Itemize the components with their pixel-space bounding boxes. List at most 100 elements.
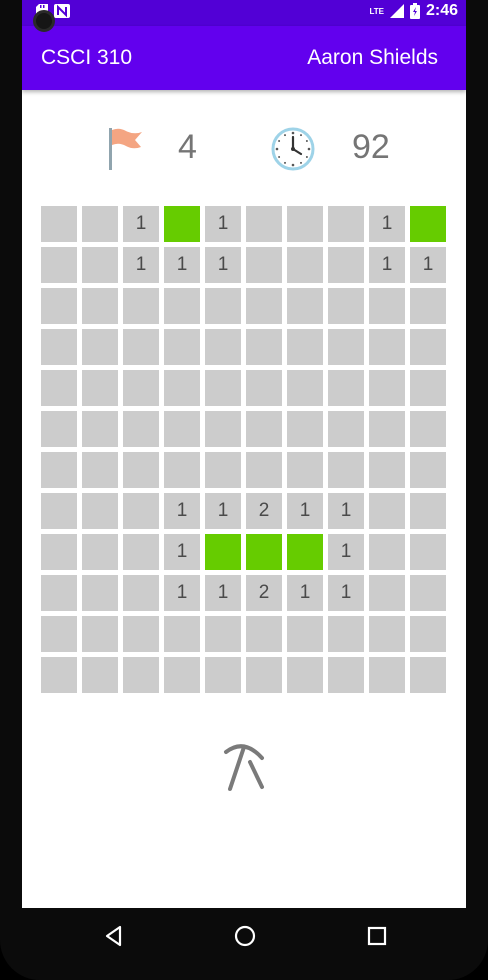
board-cell[interactable]	[369, 329, 405, 365]
board-cell[interactable]	[82, 288, 118, 324]
board-cell[interactable]	[205, 657, 241, 693]
board-cell[interactable]	[164, 370, 200, 406]
board-cell[interactable]	[246, 411, 282, 447]
board-cell[interactable]	[82, 329, 118, 365]
board-cell[interactable]	[82, 411, 118, 447]
board-cell[interactable]: 2	[246, 493, 282, 529]
board-cell[interactable]: 1	[123, 206, 159, 242]
board-cell[interactable]	[164, 329, 200, 365]
board-cell[interactable]	[123, 575, 159, 611]
board-cell[interactable]	[410, 657, 446, 693]
board-cell[interactable]	[287, 616, 323, 652]
board-cell[interactable]	[164, 411, 200, 447]
board-cell[interactable]: 1	[410, 247, 446, 283]
board-cell[interactable]	[246, 452, 282, 488]
board-cell[interactable]: 1	[164, 534, 200, 570]
board-cell[interactable]	[41, 657, 77, 693]
board-cell[interactable]	[369, 534, 405, 570]
board-cell[interactable]	[41, 411, 77, 447]
board-cell[interactable]	[246, 616, 282, 652]
board-cell[interactable]	[164, 657, 200, 693]
board-cell[interactable]	[328, 452, 364, 488]
board-cell[interactable]	[41, 616, 77, 652]
board-cell[interactable]	[123, 370, 159, 406]
board-cell[interactable]	[287, 657, 323, 693]
board-cell[interactable]	[246, 288, 282, 324]
board-cell[interactable]	[369, 288, 405, 324]
board-cell[interactable]	[410, 493, 446, 529]
board-cell[interactable]	[123, 288, 159, 324]
board-cell[interactable]	[82, 657, 118, 693]
board-cell[interactable]	[287, 411, 323, 447]
home-icon[interactable]	[231, 922, 259, 950]
board-cell[interactable]: 1	[287, 493, 323, 529]
board-cell[interactable]	[328, 329, 364, 365]
board-cell[interactable]	[410, 206, 446, 242]
board-cell[interactable]	[123, 493, 159, 529]
board-cell[interactable]: 1	[205, 493, 241, 529]
board-cell[interactable]: 1	[164, 247, 200, 283]
board-cell[interactable]: 1	[205, 247, 241, 283]
board-cell[interactable]	[328, 247, 364, 283]
board-cell[interactable]: 1	[123, 247, 159, 283]
board-cell[interactable]	[410, 288, 446, 324]
board-cell[interactable]	[246, 657, 282, 693]
board-cell[interactable]	[82, 616, 118, 652]
board-cell[interactable]: 1	[205, 206, 241, 242]
board-cell[interactable]	[287, 247, 323, 283]
board-cell[interactable]	[205, 329, 241, 365]
board-cell[interactable]	[410, 534, 446, 570]
board-cell[interactable]	[205, 616, 241, 652]
board-cell[interactable]	[205, 411, 241, 447]
board-cell[interactable]	[328, 288, 364, 324]
board-cell[interactable]	[246, 329, 282, 365]
board-cell[interactable]	[123, 411, 159, 447]
board-cell[interactable]: 1	[164, 575, 200, 611]
board-cell[interactable]	[246, 534, 282, 570]
board-cell[interactable]	[41, 288, 77, 324]
pickaxe-icon[interactable]	[220, 740, 266, 794]
board-cell[interactable]	[369, 411, 405, 447]
board-cell[interactable]	[369, 575, 405, 611]
board-cell[interactable]	[369, 657, 405, 693]
board-cell[interactable]	[410, 452, 446, 488]
board-cell[interactable]	[410, 329, 446, 365]
board-cell[interactable]: 1	[369, 247, 405, 283]
board-cell[interactable]: 1	[164, 493, 200, 529]
board-cell[interactable]	[82, 247, 118, 283]
board-cell[interactable]	[328, 616, 364, 652]
board-cell[interactable]	[41, 575, 77, 611]
board-cell[interactable]	[328, 411, 364, 447]
board-cell[interactable]	[123, 452, 159, 488]
board-cell[interactable]	[205, 452, 241, 488]
board-cell[interactable]	[82, 370, 118, 406]
board-cell[interactable]	[41, 329, 77, 365]
board-cell[interactable]	[369, 493, 405, 529]
board-cell[interactable]	[82, 493, 118, 529]
board-cell[interactable]	[41, 206, 77, 242]
board-cell[interactable]	[246, 247, 282, 283]
board-cell[interactable]	[205, 288, 241, 324]
board-cell[interactable]	[410, 616, 446, 652]
board-cell[interactable]	[82, 534, 118, 570]
board-cell[interactable]	[82, 575, 118, 611]
board-cell[interactable]	[82, 206, 118, 242]
back-icon[interactable]	[100, 922, 128, 950]
board-cell[interactable]	[287, 370, 323, 406]
board-cell[interactable]	[82, 452, 118, 488]
board-cell[interactable]	[123, 657, 159, 693]
board-cell[interactable]: 1	[328, 493, 364, 529]
board-cell[interactable]	[287, 329, 323, 365]
board-cell[interactable]	[41, 452, 77, 488]
board-cell[interactable]	[246, 206, 282, 242]
board-cell[interactable]	[41, 534, 77, 570]
board-cell[interactable]	[41, 247, 77, 283]
board-cell[interactable]	[164, 288, 200, 324]
board-cell[interactable]	[123, 329, 159, 365]
board-cell[interactable]	[328, 206, 364, 242]
board-cell[interactable]	[246, 370, 282, 406]
board-cell[interactable]	[410, 575, 446, 611]
board-cell[interactable]	[164, 206, 200, 242]
board-cell[interactable]	[41, 370, 77, 406]
board-cell[interactable]	[287, 206, 323, 242]
